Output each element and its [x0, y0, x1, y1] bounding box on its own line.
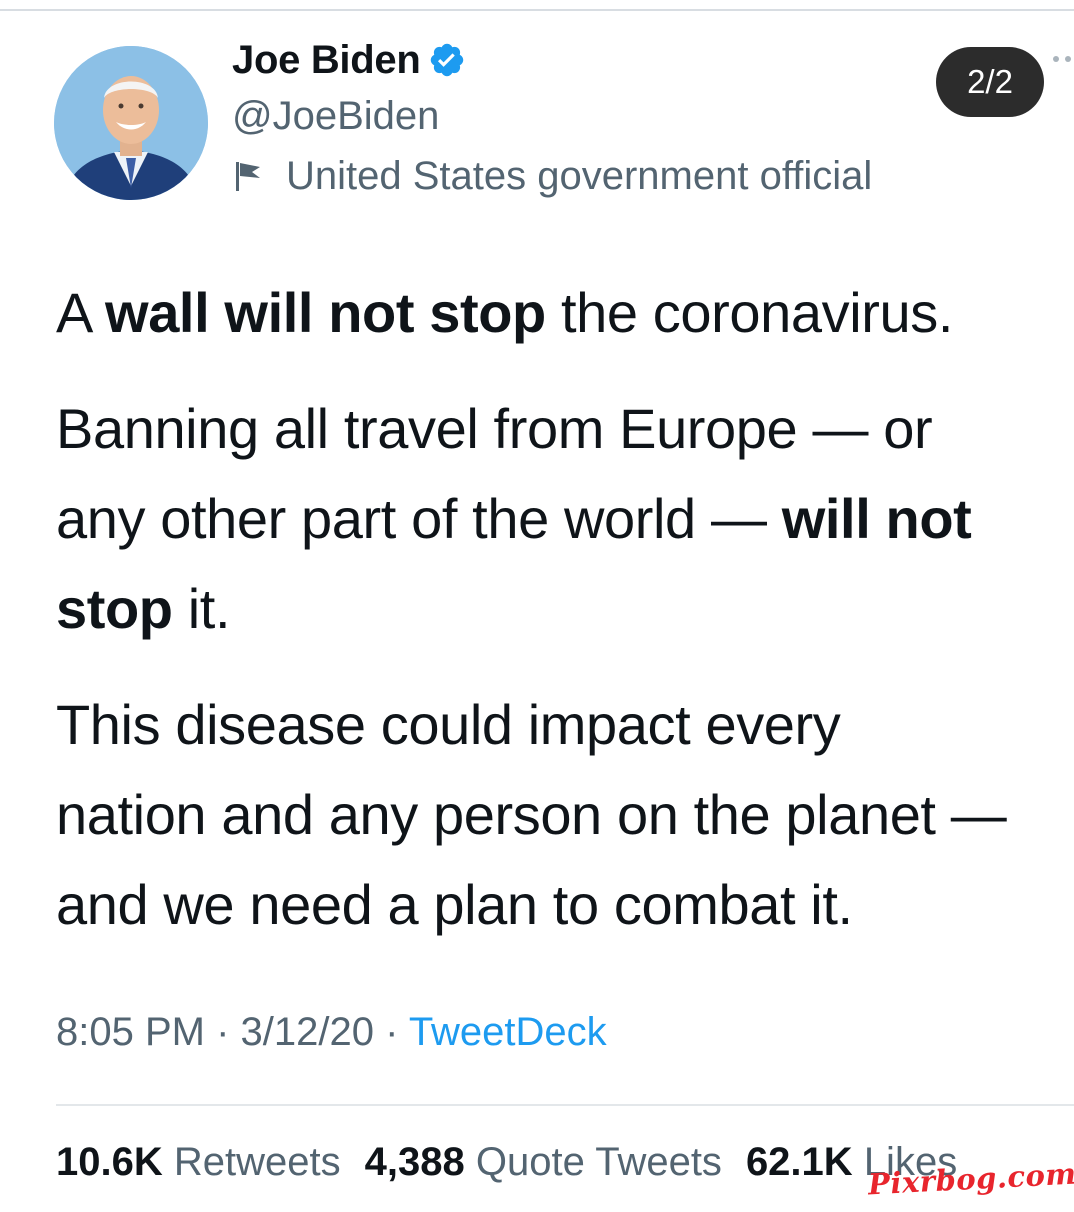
- avatar[interactable]: [54, 46, 208, 200]
- tweet-meta: 8:05 PM · 3/12/20 · TweetDeck: [56, 1010, 607, 1055]
- meta-separator: ·: [373, 1010, 409, 1054]
- name-row: Joe Biden: [232, 36, 872, 84]
- flag-icon: [232, 159, 266, 193]
- tweet-text-bold: stop: [56, 577, 173, 640]
- tweet-paragraph: This disease could impact every nation an…: [56, 680, 1074, 950]
- more-dots-icon[interactable]: [1052, 52, 1074, 66]
- retweets-stat[interactable]: 10.6K Retweets: [56, 1140, 341, 1184]
- tweet-text-run: This disease could impact every: [56, 693, 841, 756]
- display-name[interactable]: Joe Biden: [232, 38, 421, 83]
- page-indicator: 2/2: [936, 47, 1044, 117]
- quote-tweets-stat[interactable]: 4,388 Quote Tweets: [365, 1140, 722, 1184]
- retweets-label: Retweets: [173, 1140, 341, 1184]
- tweet-text-run: and we need a plan to combat it.: [56, 873, 853, 936]
- tweet-header: Joe Biden @JoeBiden United States govern…: [232, 36, 872, 200]
- tweet-text-run: A: [56, 281, 106, 344]
- quote-tweets-count: 4,388: [364, 1140, 465, 1184]
- tweet-source-link[interactable]: TweetDeck: [409, 1010, 607, 1054]
- likes-count: 62.1K: [745, 1140, 853, 1184]
- engagement-stats: 10.6K Retweets 4,388 Quote Tweets 62.1K Li…: [56, 1140, 957, 1185]
- quote-tweets-label: Quote Tweets: [475, 1140, 722, 1184]
- account-label-text: United States government official: [286, 153, 873, 198]
- stats-divider: [56, 1104, 1074, 1106]
- tweet-paragraph: Banning all travel from Europe — or any o…: [56, 384, 1074, 654]
- tweet-text-run: it.: [172, 577, 231, 640]
- top-divider: [0, 9, 1074, 11]
- tweet-paragraph: A wall will not stop the coronavirus.: [56, 268, 1074, 358]
- tweet-text-run: Banning all travel from Europe — or: [56, 397, 933, 460]
- account-label: United States government official: [232, 152, 872, 200]
- tweet-time[interactable]: 8:05 PM: [56, 1010, 205, 1054]
- tweet-text-run: any other part of the world —: [56, 487, 782, 550]
- avatar-portrait: [54, 46, 208, 200]
- meta-separator: ·: [204, 1010, 241, 1054]
- tweet-text-run: the coronavirus.: [545, 281, 954, 344]
- verified-badge-icon: [428, 41, 466, 79]
- user-handle[interactable]: @JoeBiden: [232, 92, 872, 140]
- retweets-count: 10.6K: [56, 1140, 163, 1184]
- tweet-text-run: nation and any person on the planet —: [56, 783, 1007, 846]
- tweet-text: A wall will not stop the coronavirus. Ban…: [56, 268, 1074, 950]
- tweet-text-bold: wall will not stop: [105, 281, 546, 344]
- tweet-text-bold: will not: [781, 487, 972, 550]
- tweet-date[interactable]: 3/12/20: [241, 1010, 374, 1054]
